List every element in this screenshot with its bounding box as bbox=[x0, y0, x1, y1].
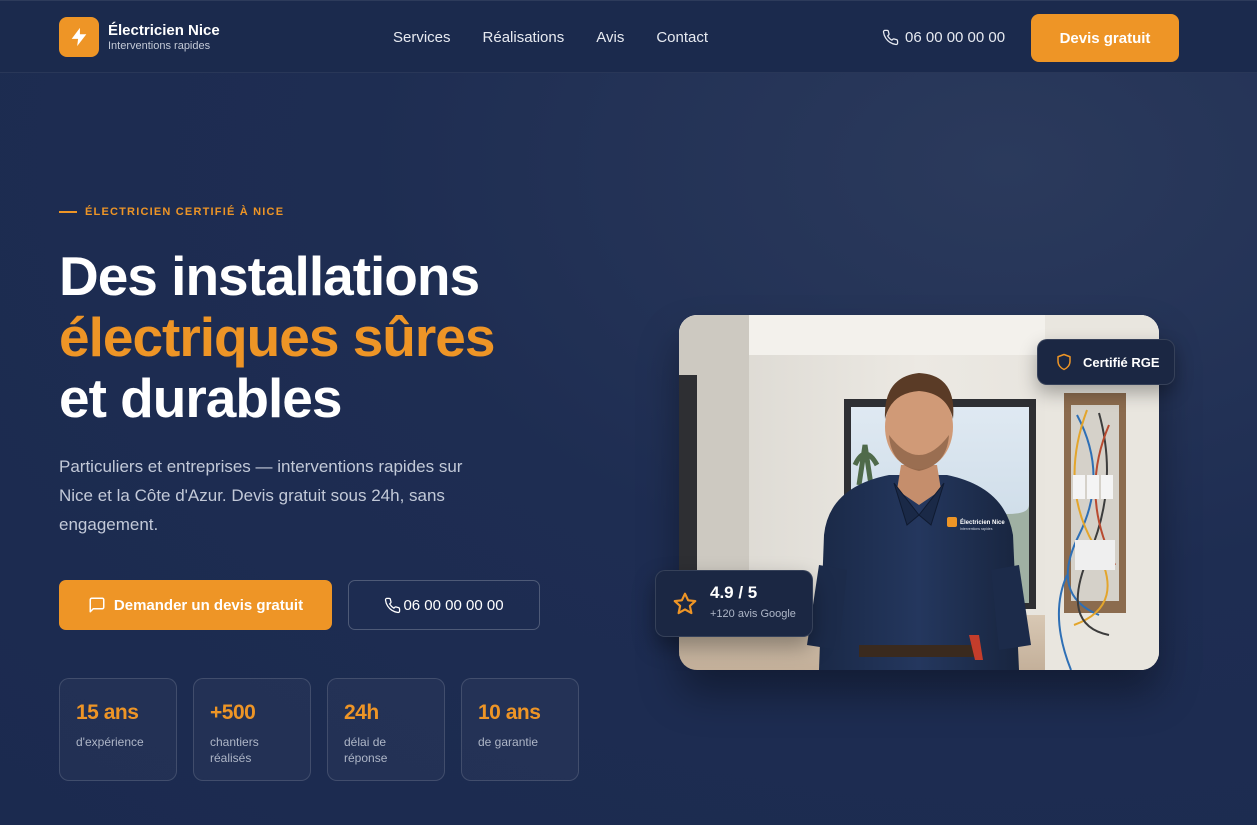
stat-value: 10 ans bbox=[478, 701, 541, 724]
nav-link-avis[interactable]: Avis bbox=[596, 29, 624, 46]
brand-title: Électricien Nice bbox=[108, 21, 220, 39]
shield-icon bbox=[1057, 353, 1071, 371]
hero-eyebrow: ÉLECTRICIEN CERTIFIÉ À NICE bbox=[59, 206, 284, 218]
phone-icon bbox=[385, 597, 401, 613]
stat-card-response: 24h délai de réponse bbox=[327, 678, 445, 781]
stat-card-projects: +500 chantiers réalisés bbox=[193, 678, 311, 781]
stats-row: 15 ans d'expérience +500 chantiers réali… bbox=[59, 678, 595, 781]
shirt-logo-subtitle: Interventions rapides bbox=[960, 527, 993, 531]
request-quote-button[interactable]: Demander un devis gratuit bbox=[59, 580, 332, 630]
nav-link-services[interactable]: Services bbox=[393, 29, 451, 46]
call-phone-label: 06 00 00 00 00 bbox=[403, 596, 504, 614]
request-quote-label: Demander un devis gratuit bbox=[113, 596, 304, 614]
site-header: Électricien Nice Interventions rapides S… bbox=[0, 0, 1257, 73]
star-icon bbox=[673, 592, 697, 615]
nav-link-contact[interactable]: Contact bbox=[656, 29, 708, 46]
lightning-bolt-icon bbox=[59, 17, 99, 57]
brand-text: Électricien Nice Interventions rapides bbox=[108, 23, 220, 52]
certification-badge: Certifié RGE bbox=[1037, 339, 1175, 385]
headline-line-3: et durables bbox=[59, 367, 342, 429]
stat-value: 24h bbox=[344, 701, 379, 724]
eyebrow-text: ÉLECTRICIEN CERTIFIÉ À NICE bbox=[85, 206, 285, 218]
message-square-icon bbox=[89, 597, 105, 613]
certification-badge-label: Certifié RGE bbox=[1083, 354, 1160, 370]
header-phone-number: 06 00 00 00 00 bbox=[905, 29, 1006, 46]
stat-label: chantiers réalisés bbox=[210, 735, 259, 765]
hero-headline: Des installations électriques sûres et d… bbox=[59, 246, 619, 429]
rating-count: +120 avis Google bbox=[710, 608, 796, 620]
stat-card-warranty: 10 ans de garantie bbox=[461, 678, 579, 781]
stat-label: de garantie bbox=[478, 735, 539, 749]
stat-label: délai de réponse bbox=[344, 735, 388, 765]
headline-line-2: électriques sûres bbox=[59, 306, 495, 368]
call-phone-button[interactable]: 06 00 00 00 00 bbox=[348, 580, 540, 630]
shirt-logo-title: Électricien Nice bbox=[960, 518, 1005, 526]
brand-subtitle: Interventions rapides bbox=[108, 39, 211, 52]
brand[interactable]: Électricien Nice Interventions rapides bbox=[59, 17, 220, 57]
headline-line-1: Des installations bbox=[59, 245, 480, 307]
nav-link-realisations[interactable]: Réalisations bbox=[483, 29, 565, 46]
rating-card: 4.9 / 5 +120 avis Google bbox=[655, 570, 813, 637]
rating-score: 4.9 / 5 bbox=[710, 583, 758, 602]
eyebrow-line bbox=[59, 211, 77, 213]
header-phone-link[interactable]: 06 00 00 00 00 bbox=[882, 29, 1005, 46]
main-nav: Services Réalisations Avis Contact bbox=[393, 29, 740, 46]
hero-lead: Particuliers et entreprises — interventi… bbox=[59, 457, 463, 534]
stat-label: d'expérience bbox=[76, 735, 144, 749]
stat-value: 15 ans bbox=[76, 701, 139, 724]
stat-card-experience: 15 ans d'expérience bbox=[59, 678, 177, 781]
header-quote-button[interactable]: Devis gratuit bbox=[1031, 14, 1179, 62]
phone-icon bbox=[882, 29, 899, 46]
stat-value: +500 bbox=[210, 701, 256, 724]
